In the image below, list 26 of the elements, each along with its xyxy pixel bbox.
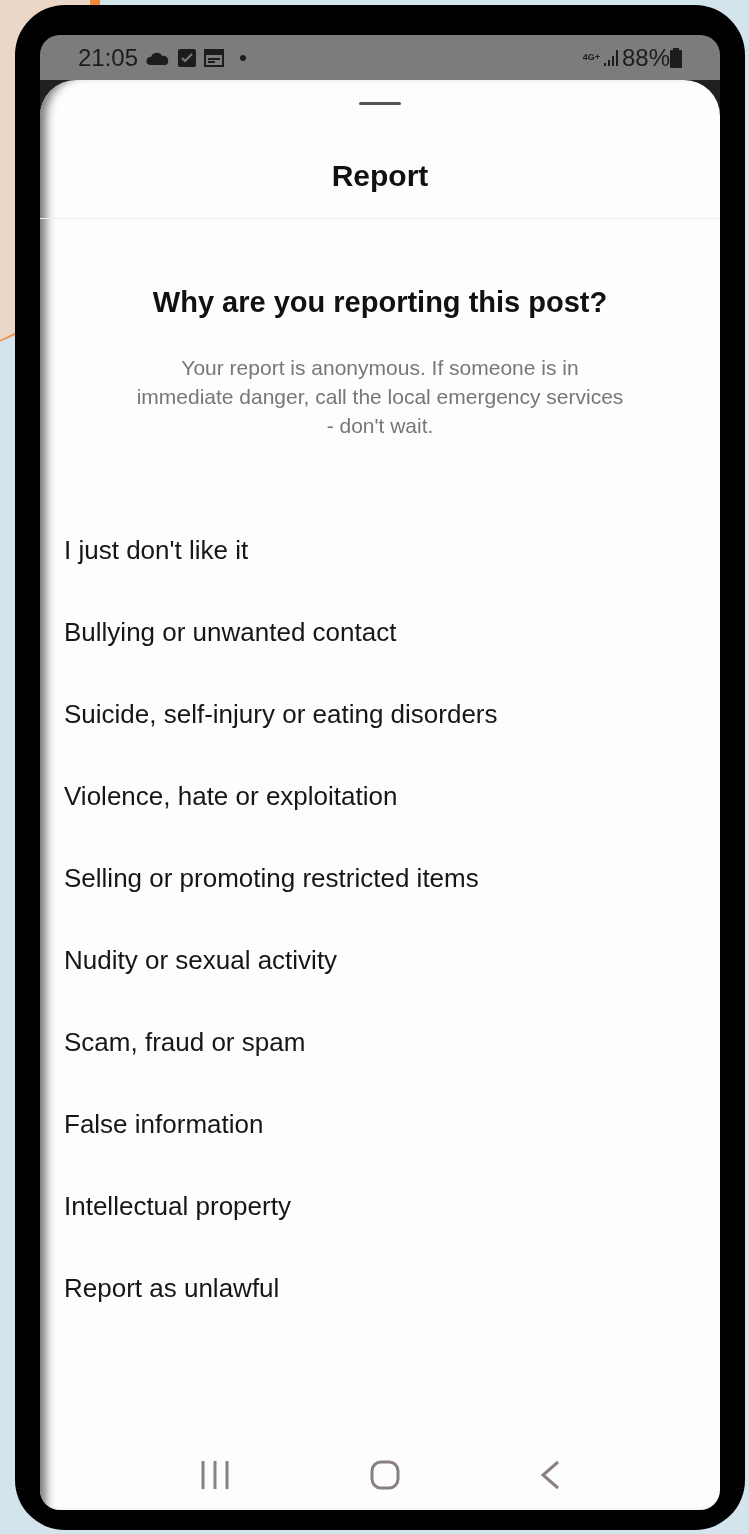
report-option[interactable]: Selling or promoting restricted items: [64, 837, 696, 920]
battery-icon: [670, 47, 682, 68]
report-option[interactable]: Intellectual property: [64, 1165, 696, 1248]
report-option[interactable]: Violence, hate or exploitation: [64, 755, 696, 838]
signal-icon: [603, 49, 618, 66]
status-time: 21:05: [78, 42, 139, 73]
report-option[interactable]: False information: [64, 1083, 696, 1166]
report-option[interactable]: Scam, fraud or spam: [64, 1001, 696, 1084]
sheet-title: Report: [40, 153, 720, 219]
report-option[interactable]: Nudity or sexual activity: [64, 919, 696, 1002]
report-option[interactable]: Suicide, self-injury or eating disorders: [64, 673, 696, 756]
drag-handle[interactable]: [359, 102, 401, 105]
calendar-icon: [204, 48, 225, 67]
back-icon[interactable]: [540, 1460, 560, 1490]
cloud-icon: [146, 50, 171, 65]
network-type: 4G+: [582, 50, 600, 64]
report-option[interactable]: Bullying or unwanted contact: [64, 591, 696, 674]
report-description: Your report is anonymous. If someone is in immediate danger, call the local emergency services - don't wait.: [135, 354, 625, 439]
report-option[interactable]: Report as unlawful: [64, 1247, 696, 1330]
dot-icon: [240, 54, 247, 61]
report-question: Why are you reporting this post?: [151, 285, 609, 320]
checkbox-icon: [178, 48, 197, 67]
battery-percent: 88%: [621, 42, 670, 73]
report-option[interactable]: I just don't like it: [64, 509, 696, 592]
recent-apps-icon[interactable]: [200, 1461, 230, 1489]
home-icon[interactable]: [370, 1460, 400, 1490]
